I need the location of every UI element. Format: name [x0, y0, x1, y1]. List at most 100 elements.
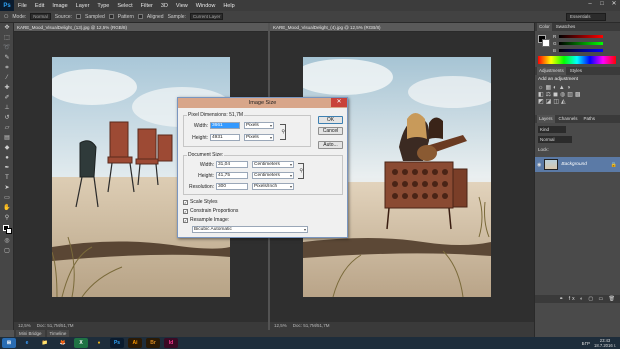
clock[interactable]: 23:43 18.7.2016 г. [594, 338, 616, 348]
tab-paths[interactable]: Paths [582, 115, 598, 123]
zoom-level-left[interactable]: 12,5% [18, 322, 31, 330]
explorer-icon[interactable]: 📁 [38, 338, 52, 348]
tab-color[interactable]: Color [537, 23, 552, 31]
start-button-icon[interactable]: ⊞ [2, 338, 16, 348]
type-tool-icon[interactable]: T [2, 174, 12, 183]
menu-layer[interactable]: Layer [72, 3, 94, 9]
width-unit-select[interactable]: Pixels [244, 122, 274, 129]
blue-slider[interactable] [559, 49, 603, 52]
menu-image[interactable]: Image [48, 3, 71, 9]
menu-filter[interactable]: Filter [137, 3, 157, 9]
ie-icon[interactable]: e [20, 338, 34, 348]
doc-width-input[interactable]: 31,04 [216, 161, 248, 168]
resample-image-checkbox[interactable]: ✓ Resample Image: [183, 217, 229, 223]
doc-tab-left[interactable]: KARE_Mood_VisualDelight_(13).jpg @ 12,5%… [14, 23, 268, 32]
quick-mask-icon[interactable]: ◎ [2, 237, 12, 246]
pen-tool-icon[interactable]: ✒ [2, 164, 12, 173]
eye-icon[interactable]: ◉ [537, 162, 541, 168]
doc-info-right[interactable]: Doc: 51,7M/51,7M [293, 322, 330, 330]
green-slider[interactable] [559, 42, 603, 45]
dialog-close-button[interactable]: ✕ [331, 98, 347, 107]
lasso-tool-icon[interactable]: ➰ [2, 44, 12, 53]
layer-row-background[interactable]: ◉ Background 🔒 [535, 157, 620, 172]
red-slider[interactable] [559, 35, 603, 38]
eyedropper-tool-icon[interactable]: ⁄ [2, 74, 12, 83]
width-input[interactable]: 3661 [210, 122, 240, 129]
blend-mode-select[interactable]: Normal [538, 136, 572, 143]
illustrator-icon[interactable]: Ai [128, 338, 142, 348]
cancel-button[interactable]: Cancel [318, 127, 343, 135]
screen-mode-icon[interactable]: ▢ [2, 247, 12, 256]
clone-stamp-icon[interactable]: ⎔ [4, 14, 8, 20]
hand-tool-icon[interactable]: ✋ [2, 204, 12, 213]
doc-height-input[interactable]: 41,75 [216, 172, 248, 179]
excel-icon[interactable]: X [74, 338, 88, 348]
marquee-tool-icon[interactable]: ⬚ [2, 34, 12, 43]
indesign-icon[interactable]: Id [164, 338, 178, 348]
quick-select-tool-icon[interactable]: ✎ [2, 54, 12, 63]
eraser-tool-icon[interactable]: ▱ [2, 124, 12, 133]
constrain-proportions-checkbox[interactable]: ✓ Constrain Proportions [183, 208, 238, 214]
tab-styles[interactable]: Styles [568, 67, 584, 75]
menu-window[interactable]: Window [192, 3, 220, 9]
menu-edit[interactable]: Edit [31, 3, 48, 9]
workspace-select[interactable]: Essentials [566, 13, 606, 21]
healing-tool-icon[interactable]: ✚ [2, 84, 12, 93]
resolution-unit-select[interactable]: Pixels/Inch [252, 183, 294, 190]
doc-info-left[interactable]: Doc: 51,7M/51,7M [37, 322, 74, 330]
maximize-button[interactable]: □ [596, 0, 608, 9]
tab-timeline[interactable]: Timeline [46, 330, 70, 337]
crop-tool-icon[interactable]: ⌗ [2, 64, 12, 73]
sampled-radio[interactable] [76, 14, 82, 19]
tab-adjustments[interactable]: Adjustments [537, 67, 566, 75]
color-swatches-icon[interactable] [2, 224, 12, 236]
background-color-swatch[interactable] [542, 39, 550, 47]
layer-name[interactable]: Background [561, 162, 587, 167]
doc-width-unit-select[interactable]: Centimeters [252, 161, 294, 168]
menu-help[interactable]: Help [219, 3, 238, 9]
scale-styles-checkbox[interactable]: ✓ Scale Styles [183, 199, 218, 205]
menu-view[interactable]: View [172, 3, 192, 9]
layers-footer-icons[interactable]: ⚭ fx ◐ ▢ ▭ 🗑 [535, 295, 620, 303]
ok-button[interactable]: OK [318, 116, 343, 124]
tab-layers[interactable]: Layers [537, 115, 555, 123]
sample-select[interactable]: Current Layer [189, 13, 224, 20]
gradient-tool-icon[interactable]: ▤ [2, 134, 12, 143]
tab-mini-bridge[interactable]: Mini Bridge [16, 330, 45, 337]
resolution-input[interactable]: 300 [216, 183, 248, 190]
keyboard-language[interactable]: БГР [582, 341, 590, 346]
spectrum-ramp[interactable] [538, 56, 616, 64]
clone-stamp-tool-icon[interactable]: ⊥ [2, 104, 12, 113]
auto-button[interactable]: Auto... [318, 141, 343, 149]
tab-channels[interactable]: Channels [557, 115, 580, 123]
blur-tool-icon[interactable]: ◆ [2, 144, 12, 153]
resample-method-select[interactable]: Bicubic Automatic [192, 226, 308, 233]
menu-3d[interactable]: 3D [157, 3, 172, 9]
zoom-tool-icon[interactable]: ⚲ [2, 214, 12, 223]
shape-tool-icon[interactable]: ▭ [2, 194, 12, 203]
menu-select[interactable]: Select [113, 3, 136, 9]
doc-tab-right[interactable]: KARE_Mood_VisualDelight_(4).jpg @ 12,5% … [270, 23, 534, 32]
height-unit-select[interactable]: Pixels [244, 134, 274, 141]
bridge-icon[interactable]: Br [146, 338, 160, 348]
doc-height-unit-select[interactable]: Centimeters [252, 172, 294, 179]
firefox-icon[interactable]: 🦊 [56, 338, 70, 348]
pattern-radio[interactable] [108, 14, 114, 19]
kind-filter[interactable]: Kind [538, 126, 566, 133]
zoom-level-right[interactable]: 12,5% [274, 322, 287, 330]
adjustment-icons-row-1[interactable]: ☼▦◐▲◑ [538, 84, 617, 91]
height-input[interactable]: 4931 [210, 134, 240, 141]
tab-swatches[interactable]: Swatches [554, 23, 578, 31]
history-brush-tool-icon[interactable]: ↺ [2, 114, 12, 123]
close-button[interactable]: ✕ [608, 0, 620, 9]
chrome-icon[interactable]: ● [92, 338, 106, 348]
aligned-checkbox[interactable] [137, 14, 143, 19]
menu-file[interactable]: File [14, 3, 31, 9]
adjustment-icons-row-2[interactable]: ◧⚖◼◍▥▩ [538, 91, 617, 98]
minimize-button[interactable]: – [584, 0, 596, 9]
mode-select[interactable]: Normal [30, 13, 51, 20]
brush-tool-icon[interactable]: ✐ [2, 94, 12, 103]
move-tool-icon[interactable]: ✥ [2, 24, 12, 33]
path-select-tool-icon[interactable]: ➤ [2, 184, 12, 193]
adjustment-icons-row-3[interactable]: ◩◪◫◭ [538, 98, 617, 105]
